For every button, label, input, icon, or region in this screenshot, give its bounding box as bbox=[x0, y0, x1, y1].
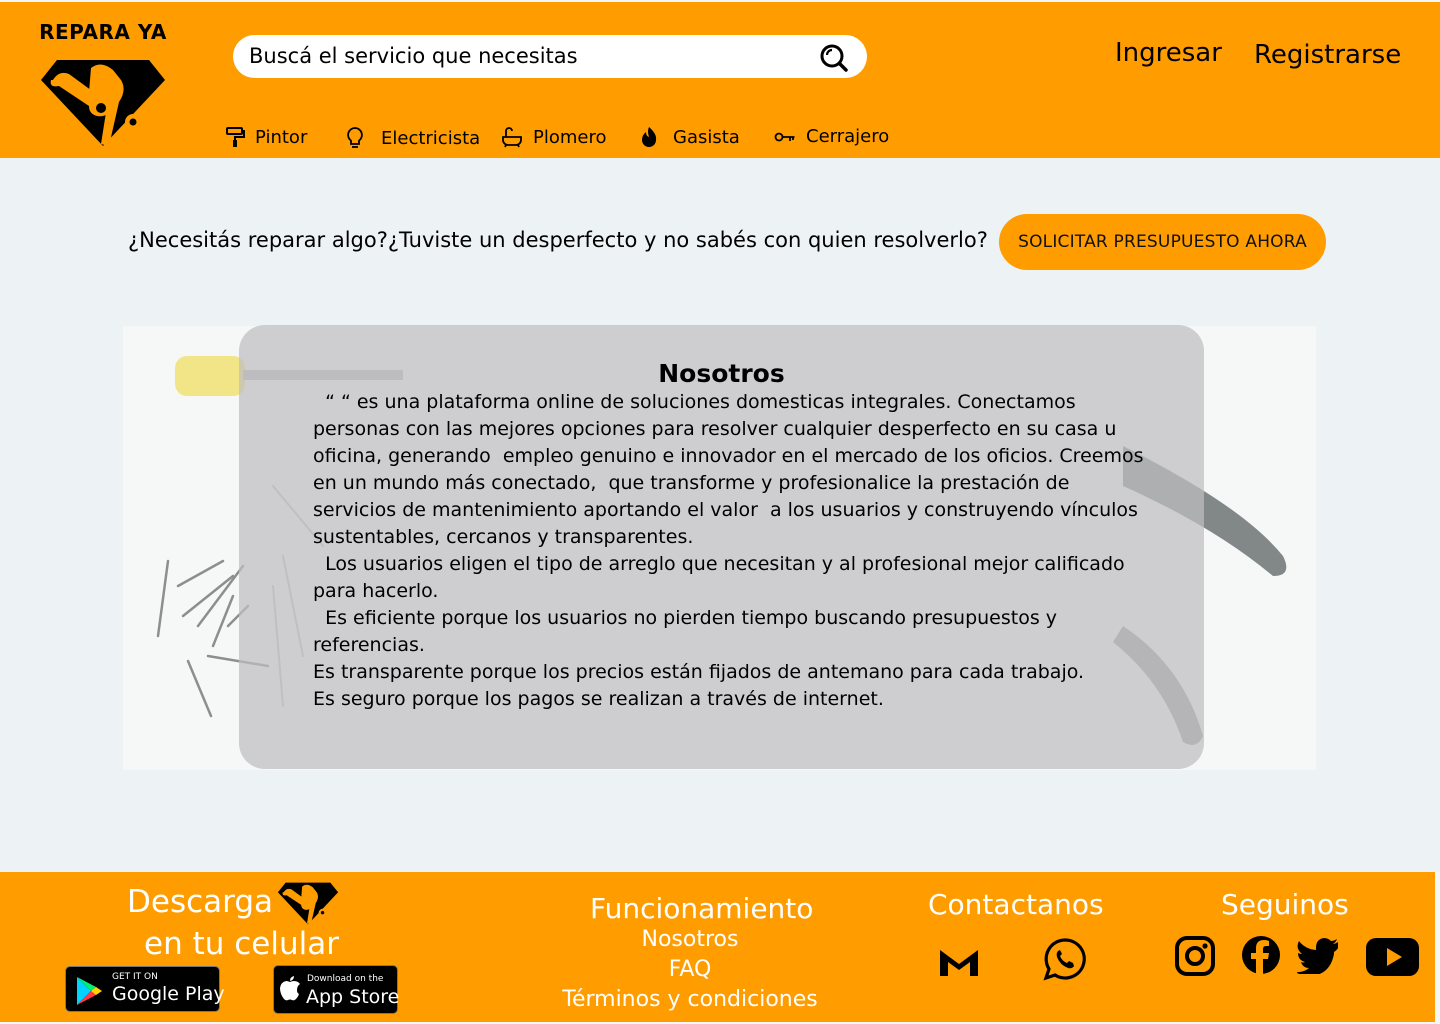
flame-icon bbox=[639, 126, 659, 148]
category-cerrajero[interactable]: Cerrajero bbox=[774, 126, 889, 147]
google-play-button[interactable]: GET IT ON Google Play bbox=[65, 966, 225, 1012]
app-store-label: App Store bbox=[306, 986, 400, 1008]
instagram-icon[interactable] bbox=[1174, 935, 1216, 981]
bathtub-icon bbox=[501, 126, 523, 148]
cta-question: ¿Necesitás reparar algo?¿Tuviste un desp… bbox=[128, 228, 988, 252]
brand-logo-icon bbox=[33, 50, 173, 154]
site-header: REPARA YA Ingresar Registrarse bbox=[0, 0, 1440, 158]
search-input[interactable] bbox=[249, 43, 809, 69]
gmail-icon[interactable] bbox=[938, 946, 980, 982]
footer-link-terms[interactable]: Términos y condiciones bbox=[540, 987, 840, 1012]
twitter-icon[interactable] bbox=[1295, 938, 1339, 978]
site-footer: Descarga en tu celular GET IT ON Google … bbox=[0, 872, 1440, 1024]
category-gasista[interactable]: Gasista bbox=[639, 126, 740, 148]
footer-link-nosotros[interactable]: Nosotros bbox=[540, 927, 840, 952]
google-play-small: GET IT ON bbox=[112, 972, 158, 982]
facebook-icon[interactable] bbox=[1241, 935, 1281, 979]
category-pintor[interactable]: Pintor bbox=[225, 126, 307, 148]
about-panel: Nosotros “ “ es una plataforma online de… bbox=[239, 325, 1204, 769]
lightbulb-icon bbox=[345, 126, 365, 150]
search-icon[interactable] bbox=[819, 43, 849, 73]
google-play-label: Google Play bbox=[112, 983, 225, 1005]
download-title: Descarga bbox=[127, 884, 274, 920]
brand[interactable]: REPARA YA bbox=[33, 20, 173, 154]
follow-title: Seguinos bbox=[1221, 888, 1349, 921]
app-store-small: Download on the bbox=[307, 974, 384, 984]
category-label: Cerrajero bbox=[806, 126, 890, 147]
category-label: Plomero bbox=[533, 126, 607, 148]
paint-roller-icon bbox=[225, 126, 245, 148]
footer-logo-icon bbox=[274, 876, 342, 932]
contact-title: Contactanos bbox=[928, 888, 1104, 921]
google-play-icon bbox=[75, 976, 103, 1010]
category-plomero[interactable]: Plomero bbox=[501, 126, 607, 148]
apple-icon bbox=[279, 976, 301, 1006]
search-bar bbox=[233, 35, 867, 78]
brand-name: REPARA YA bbox=[39, 20, 167, 44]
category-label: Pintor bbox=[255, 126, 308, 148]
whatsapp-icon[interactable] bbox=[1042, 937, 1088, 987]
category-label: Gasista bbox=[673, 126, 740, 148]
request-quote-button[interactable]: SOLICITAR PRESUPUESTO AHORA bbox=[999, 214, 1326, 270]
category-electricista[interactable]: Electricista bbox=[345, 126, 480, 150]
youtube-icon[interactable] bbox=[1366, 938, 1419, 980]
funcionamiento-title: Funcionamiento bbox=[590, 892, 814, 925]
app-store-button[interactable]: Download on the App Store bbox=[273, 965, 400, 1014]
about-title: Nosotros bbox=[658, 359, 785, 388]
register-link[interactable]: Registrarse bbox=[1254, 40, 1401, 70]
category-label: Electricista bbox=[381, 127, 481, 149]
footer-link-faq[interactable]: FAQ bbox=[540, 957, 840, 982]
login-link[interactable]: Ingresar bbox=[1115, 38, 1222, 68]
about-text: “ “ es una plataforma online de solucion… bbox=[313, 391, 1144, 710]
key-icon bbox=[774, 130, 796, 144]
